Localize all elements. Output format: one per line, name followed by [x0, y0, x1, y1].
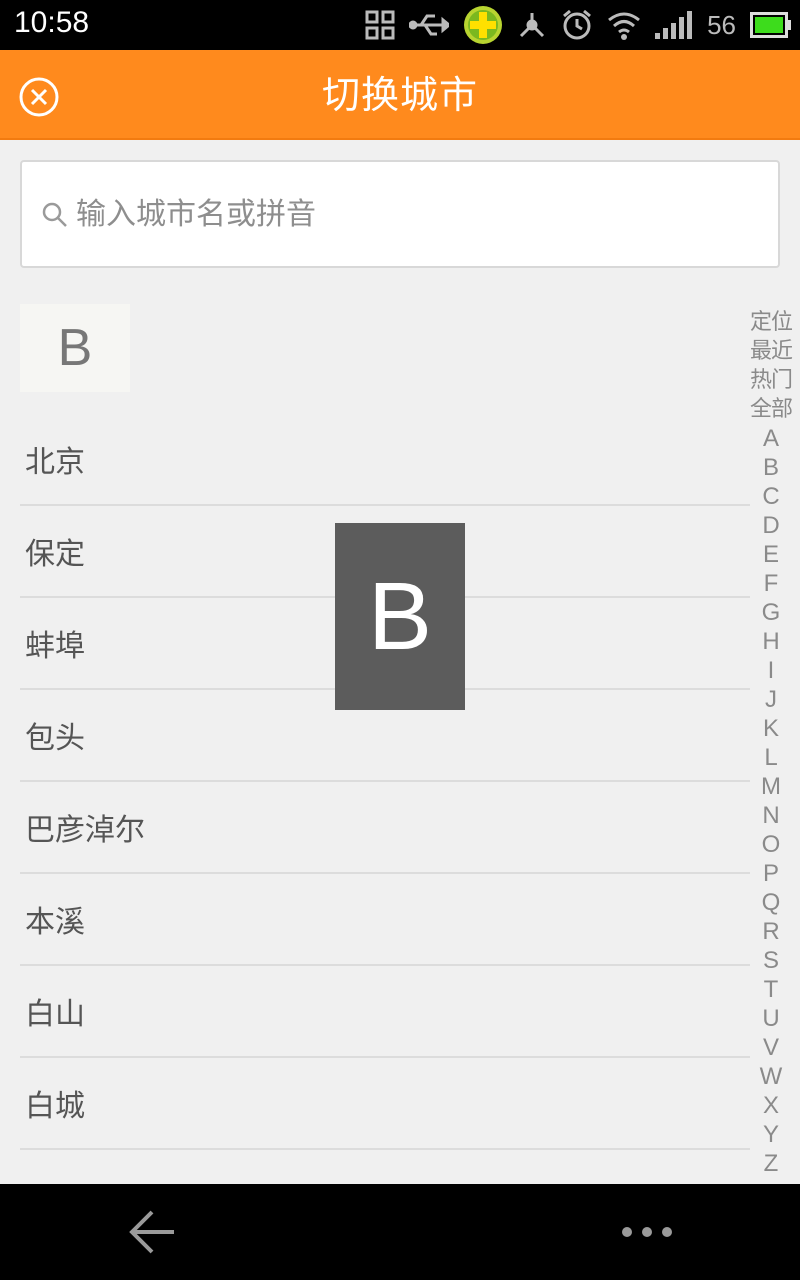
- index-item-hot[interactable]: 热门: [742, 366, 800, 395]
- index-item-i[interactable]: I: [742, 656, 800, 685]
- qr-code-icon: [365, 10, 395, 40]
- index-item-a[interactable]: A: [742, 424, 800, 453]
- status-time: 10:58: [14, 6, 90, 39]
- city-item-beijing[interactable]: 北京: [20, 414, 750, 506]
- index-item-all[interactable]: 全部: [742, 395, 800, 424]
- index-item-f[interactable]: F: [742, 569, 800, 598]
- more-dots-icon: [622, 1227, 672, 1237]
- city-item-bayannaoer[interactable]: 巴彦淖尔: [20, 782, 750, 874]
- signal-icon: [655, 11, 693, 39]
- index-item-t[interactable]: T: [742, 975, 800, 1004]
- side-index[interactable]: 定位 最近 热门 全部 A B C D E F G H I J K L M N …: [742, 308, 800, 1178]
- index-item-r[interactable]: R: [742, 917, 800, 946]
- index-item-e[interactable]: E: [742, 540, 800, 569]
- title-bar: 切换城市: [0, 50, 800, 140]
- index-item-m[interactable]: M: [742, 772, 800, 801]
- search-input[interactable]: [76, 162, 766, 266]
- more-button[interactable]: [620, 1210, 674, 1254]
- index-item-b[interactable]: B: [742, 453, 800, 482]
- index-item-c[interactable]: C: [742, 482, 800, 511]
- index-item-k[interactable]: K: [742, 714, 800, 743]
- wifi-icon: [607, 10, 641, 40]
- index-item-w[interactable]: W: [742, 1062, 800, 1091]
- index-item-o[interactable]: O: [742, 830, 800, 859]
- security-app-icon: [463, 5, 503, 45]
- index-item-v[interactable]: V: [742, 1033, 800, 1062]
- navigation-bar: [0, 1184, 800, 1280]
- status-bar: 10:58 56: [0, 0, 800, 50]
- back-arrow-icon: [129, 1210, 174, 1254]
- index-overlay-letter: B: [335, 523, 465, 710]
- index-item-y[interactable]: Y: [742, 1120, 800, 1149]
- status-icons: 56: [365, 0, 792, 50]
- city-item-baicheng[interactable]: 白城: [20, 1058, 750, 1150]
- search-box[interactable]: [20, 160, 780, 268]
- index-item-l[interactable]: L: [742, 743, 800, 772]
- index-item-q[interactable]: Q: [742, 888, 800, 917]
- index-item-j[interactable]: J: [742, 685, 800, 714]
- city-item-baishan[interactable]: 白山: [20, 966, 750, 1058]
- alarm-icon: [561, 9, 593, 41]
- network-share-icon: [517, 10, 547, 40]
- index-item-d[interactable]: D: [742, 511, 800, 540]
- index-item-n[interactable]: N: [742, 801, 800, 830]
- index-item-u[interactable]: U: [742, 1004, 800, 1033]
- index-item-s[interactable]: S: [742, 946, 800, 975]
- index-item-recent[interactable]: 最近: [742, 337, 800, 366]
- battery-level-text: 56: [707, 9, 736, 40]
- index-item-z[interactable]: Z: [742, 1149, 800, 1178]
- section-header-b: B: [20, 304, 130, 392]
- index-item-location[interactable]: 定位: [742, 308, 800, 337]
- index-item-h[interactable]: H: [742, 627, 800, 656]
- page-title: 切换城市: [321, 73, 478, 117]
- back-button[interactable]: [126, 1208, 178, 1256]
- usb-icon: [409, 12, 450, 38]
- index-item-p[interactable]: P: [742, 859, 800, 888]
- index-item-g[interactable]: G: [742, 598, 800, 627]
- index-item-x[interactable]: X: [742, 1091, 800, 1120]
- battery-icon: [750, 12, 792, 38]
- city-item-benxi[interactable]: 本溪: [20, 874, 750, 966]
- search-icon: [42, 202, 67, 227]
